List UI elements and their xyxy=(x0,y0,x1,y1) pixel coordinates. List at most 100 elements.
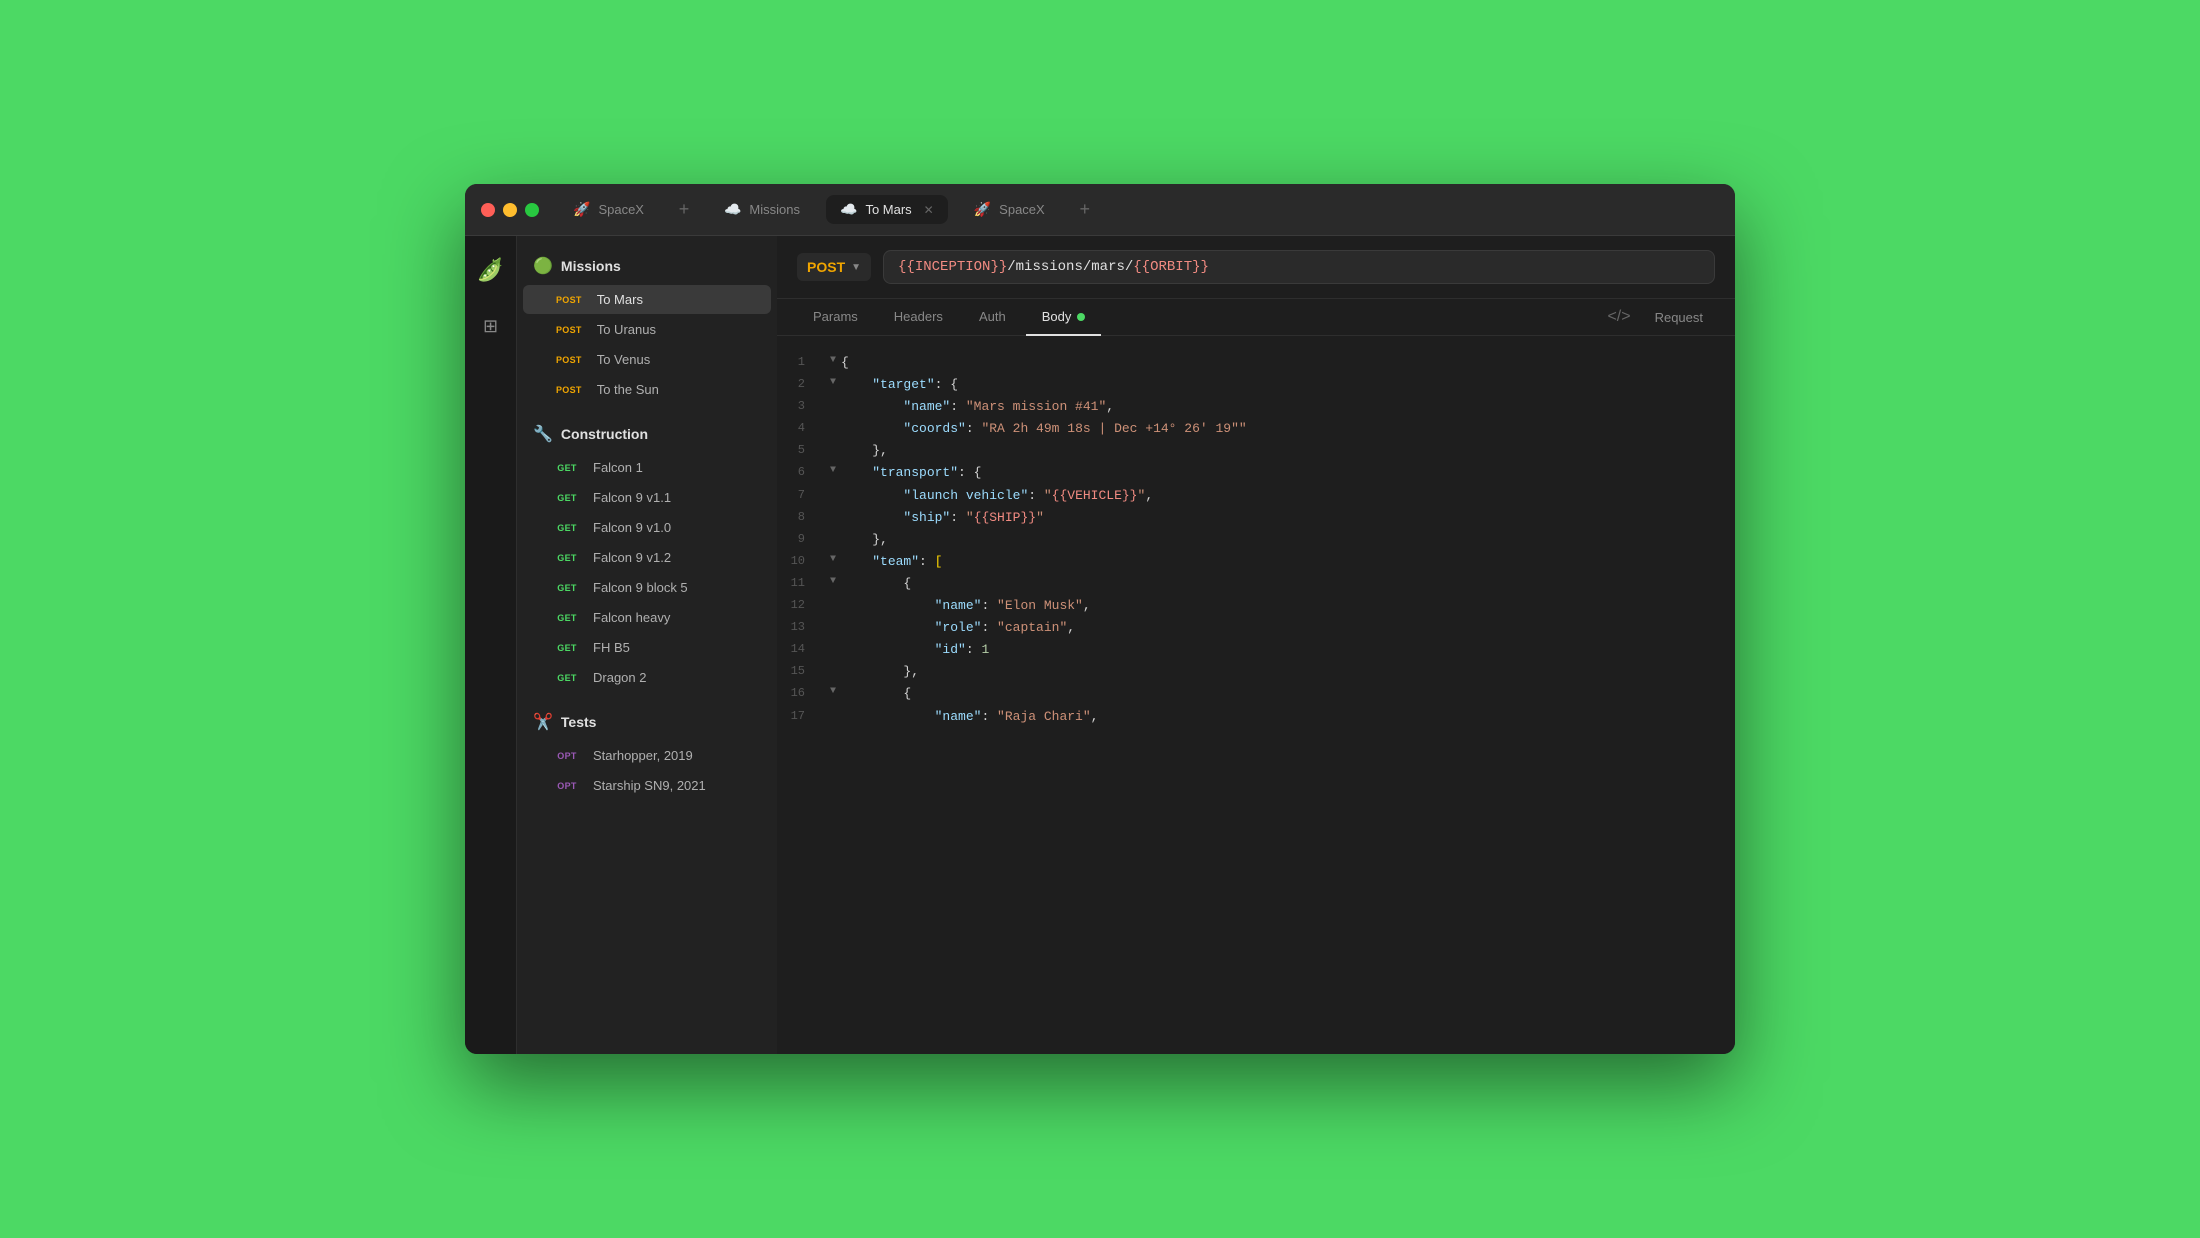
code-view-icon[interactable]: </> xyxy=(1599,300,1638,334)
code-content-13: "role": "captain", xyxy=(841,617,1735,639)
tab-spacex-2[interactable]: 🚀 SpaceX xyxy=(960,195,1059,224)
collapse-10[interactable]: ▼ xyxy=(825,551,841,568)
nav-item-to-sun[interactable]: POST To the Sun xyxy=(523,375,771,404)
nav-item-to-mars-label: To Mars xyxy=(597,292,755,307)
section-tests-header: ✂️ Tests xyxy=(517,704,777,740)
maximize-button[interactable] xyxy=(525,203,539,217)
section-missions-label: Missions xyxy=(561,258,621,274)
code-content-14: "id": 1 xyxy=(841,639,1735,661)
tab-auth[interactable]: Auth xyxy=(963,299,1022,336)
request-tabs: Params Headers Auth Body </> Request xyxy=(777,299,1735,336)
nav-item-falcon-9-v1-0[interactable]: GET Falcon 9 v1.0 xyxy=(523,513,771,542)
tab-add-1[interactable]: + xyxy=(670,196,698,224)
method-badge-get-f9v10: GET xyxy=(551,521,583,535)
nav-item-falcon-heavy-label: Falcon heavy xyxy=(593,610,755,625)
url-input[interactable]: {{INCEPTION}}/missions/mars/{{ORBIT}} xyxy=(883,250,1715,284)
code-content-17: "name": "Raja Chari", xyxy=(841,706,1735,728)
section-tests-label: Tests xyxy=(561,714,597,730)
rocket-icon: 🚀 xyxy=(573,201,590,218)
window-controls xyxy=(481,203,539,217)
line-num-10: 10 xyxy=(777,551,825,571)
close-button[interactable] xyxy=(481,203,495,217)
line-num-8: 8 xyxy=(777,507,825,527)
method-badge-get-f9v12: GET xyxy=(551,551,583,565)
nav-item-to-uranus-label: To Uranus xyxy=(597,322,755,337)
collapse-6[interactable]: ▼ xyxy=(825,462,841,479)
nav-item-starhopper-label: Starhopper, 2019 xyxy=(593,748,755,763)
section-construction-header: 🔧 Construction xyxy=(517,416,777,452)
nav-item-falcon-1[interactable]: GET Falcon 1 xyxy=(523,453,771,482)
minimize-button[interactable] xyxy=(503,203,517,217)
nav-item-fh-b5-label: FH B5 xyxy=(593,640,755,655)
code-line-2: 2 ▼ "target": { xyxy=(777,374,1735,396)
tab-tomars-close[interactable]: ✕ xyxy=(924,203,934,217)
nav-item-falcon-heavy[interactable]: GET Falcon heavy xyxy=(523,603,771,632)
line-num-14: 14 xyxy=(777,639,825,659)
code-editor[interactable]: 1 ▼ { 2 ▼ "target": { 3 "name": "Mars mi… xyxy=(777,336,1735,1054)
nav-item-starhopper[interactable]: OPT Starhopper, 2019 xyxy=(523,741,771,770)
request-button[interactable]: Request xyxy=(1643,302,1715,333)
tab-spacex-1[interactable]: 🚀 SpaceX xyxy=(559,195,658,224)
code-content-3: "name": "Mars mission #41", xyxy=(841,396,1735,418)
nav-item-to-mars[interactable]: POST To Mars xyxy=(523,285,771,314)
method-selector[interactable]: POST ▼ xyxy=(797,253,871,281)
sidebar-icon-logo[interactable]: 🫛 xyxy=(473,252,509,288)
line-num-5: 5 xyxy=(777,440,825,460)
nav-item-falcon-9-v1-2[interactable]: GET Falcon 9 v1.2 xyxy=(523,543,771,572)
line-num-6: 6 xyxy=(777,462,825,482)
nav-item-starship-sn9-label: Starship SN9, 2021 xyxy=(593,778,755,793)
nav-item-to-uranus[interactable]: POST To Uranus xyxy=(523,315,771,344)
code-line-15: 15 }, xyxy=(777,661,1735,683)
tab-params[interactable]: Params xyxy=(797,299,874,336)
nav-item-falcon-9-v1-0-label: Falcon 9 v1.0 xyxy=(593,520,755,535)
code-line-9: 9 }, xyxy=(777,529,1735,551)
method-badge-post-uranus: POST xyxy=(551,323,587,337)
line-num-3: 3 xyxy=(777,396,825,416)
code-content-2: "target": { xyxy=(841,374,1735,396)
line-num-17: 17 xyxy=(777,706,825,726)
body-dot-indicator xyxy=(1077,313,1085,321)
collapse-2[interactable]: ▼ xyxy=(825,374,841,391)
sidebar-nav: 🟢 Missions POST To Mars POST To Uranus P… xyxy=(517,236,777,1054)
url-bar: POST ▼ {{INCEPTION}}/missions/mars/{{ORB… xyxy=(777,236,1735,299)
nav-item-falcon-9-block5[interactable]: GET Falcon 9 block 5 xyxy=(523,573,771,602)
tab-body[interactable]: Body xyxy=(1026,299,1102,336)
code-content-8: "ship": "{{SHIP}}" xyxy=(841,507,1735,529)
body-tab-label: Body xyxy=(1042,309,1072,324)
nav-item-falcon-9-v1-1[interactable]: GET Falcon 9 v1.1 xyxy=(523,483,771,512)
method-badge-post-sun: POST xyxy=(551,383,587,397)
code-line-16: 16 ▼ { xyxy=(777,683,1735,705)
collapse-11[interactable]: ▼ xyxy=(825,573,841,590)
code-line-12: 12 "name": "Elon Musk", xyxy=(777,595,1735,617)
nav-item-starship-sn9[interactable]: OPT Starship SN9, 2021 xyxy=(523,771,771,800)
tab-add-2[interactable]: + xyxy=(1071,196,1099,224)
tab-headers[interactable]: Headers xyxy=(878,299,959,336)
tab-tomars[interactable]: ☁️ To Mars ✕ xyxy=(826,195,948,224)
missions-section-icon: 🟢 xyxy=(533,256,553,276)
method-label: POST xyxy=(807,259,845,275)
line-num-12: 12 xyxy=(777,595,825,615)
url-var-inception: {{INCEPTION}} xyxy=(898,259,1007,275)
cloud-icon-tomars: ☁️ xyxy=(840,201,857,218)
nav-item-falcon-9-v1-2-label: Falcon 9 v1.2 xyxy=(593,550,755,565)
sidebar-icon-grid[interactable]: ⊞ xyxy=(473,308,509,344)
collapse-1[interactable]: ▼ xyxy=(825,352,841,369)
rocket-icon-2: 🚀 xyxy=(974,201,991,218)
nav-item-dragon-2[interactable]: GET Dragon 2 xyxy=(523,663,771,692)
tab-tomars-label: To Mars xyxy=(865,202,911,217)
construction-section-icon: 🔧 xyxy=(533,424,553,444)
nav-item-falcon-9-v1-1-label: Falcon 9 v1.1 xyxy=(593,490,755,505)
method-badge-post-mars: POST xyxy=(551,293,587,307)
nav-item-to-venus-label: To Venus xyxy=(597,352,755,367)
nav-item-fh-b5[interactable]: GET FH B5 xyxy=(523,633,771,662)
collapse-16[interactable]: ▼ xyxy=(825,683,841,700)
tab-missions[interactable]: ☁️ Missions xyxy=(710,195,814,224)
sidebar-icons: 🫛 ⊞ xyxy=(465,236,517,1054)
logo-icon: 🫛 xyxy=(477,257,504,283)
code-content-4: "coords": "RA 2h 49m 18s | Dec +14° 26' … xyxy=(841,418,1735,440)
tab-spacex-2-label: SpaceX xyxy=(999,202,1045,217)
app-window: 🚀 SpaceX + ☁️ Missions ☁️ To Mars ✕ 🚀 Sp… xyxy=(465,184,1735,1054)
url-var-orbit: {{ORBIT}} xyxy=(1133,259,1209,275)
nav-item-to-venus[interactable]: POST To Venus xyxy=(523,345,771,374)
method-badge-post-venus: POST xyxy=(551,353,587,367)
